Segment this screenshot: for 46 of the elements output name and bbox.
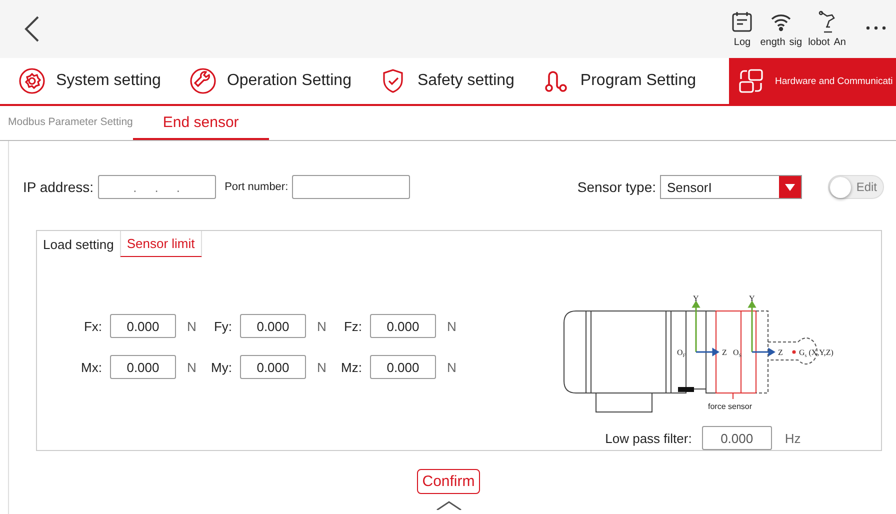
limit-field[interactable]: 0.000 [240, 314, 306, 338]
status-label: An [834, 37, 846, 48]
low-pass-label: Low pass filter: [605, 430, 692, 446]
limit-label: Fz: [344, 318, 362, 334]
panel-tab[interactable]: Sensor limit [120, 231, 202, 257]
log-icon[interactable] [730, 10, 754, 34]
confirm-button[interactable]: Confirm [417, 469, 480, 494]
panel-tab[interactable]: Load setting [37, 231, 120, 257]
limit-field[interactable]: 0.000 [370, 355, 436, 379]
sensor-type-label: Sensor type: [577, 179, 656, 195]
gear-icon [18, 67, 46, 95]
status-label: ength [760, 37, 786, 48]
limit-field[interactable]: 0.000 [110, 314, 176, 338]
unit-label: Hz [784, 430, 802, 446]
unit-label: N [187, 318, 198, 334]
limit-field[interactable]: 0.000 [240, 355, 306, 379]
unit-label: N [447, 318, 458, 334]
limit-label: Mx: [81, 360, 102, 374]
limit-field[interactable]: 0.000 [110, 355, 176, 379]
port-label: Port number: [224, 181, 288, 193]
limit-label: Mz: [341, 360, 362, 374]
limit-field[interactable]: 0.000 [370, 314, 436, 338]
wrench-icon [188, 67, 217, 95]
unit-label: N [187, 360, 198, 374]
port-field[interactable] [292, 175, 410, 199]
caret-icon [779, 176, 801, 198]
sensor-diagram-drawing: Y Y O$_{F}$ Z O$_{S}$ Z G$_{s}$ (X,Y,Z) force sensor [556, 279, 866, 414]
limit-label: My: [211, 360, 232, 374]
low-pass-field[interactable]: 0.000 [702, 426, 772, 450]
swap-icon [737, 67, 765, 95]
status-label: sig [789, 37, 802, 48]
unit-label: N [447, 360, 458, 374]
more-icon[interactable] [866, 26, 886, 30]
sub-tab[interactable]: Modbus Parameter Setting [0, 106, 133, 140]
limit-label: Fy: [214, 318, 232, 334]
edit-toggle[interactable]: Edit [828, 175, 884, 199]
status-label: Log [734, 37, 751, 48]
unit-label: N [317, 318, 328, 334]
sensor-type-dropdown[interactable]: SensorI [660, 175, 802, 199]
unit-label: N [317, 360, 328, 374]
main-tab[interactable]: Hardware and Communicati [729, 58, 896, 104]
sub-tab[interactable]: End sensor [132, 106, 269, 140]
ip-field[interactable]: . . . [98, 175, 216, 199]
status-label: lobot [808, 37, 830, 48]
limit-label: Fx: [84, 318, 102, 334]
ip-label: IP address: [23, 179, 94, 195]
